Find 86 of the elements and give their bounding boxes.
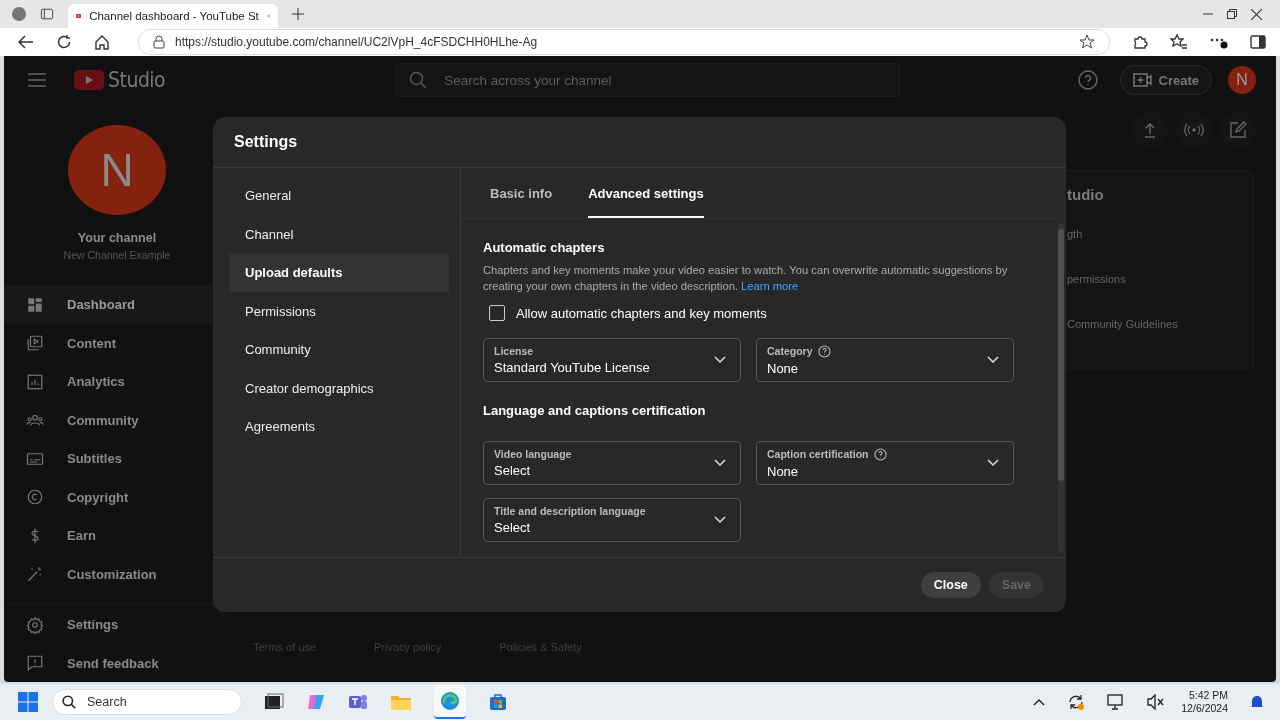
chevron-down-icon [987,459,999,468]
feedback-icon [26,654,44,673]
scrollbar-thumb[interactable] [1058,229,1064,482]
task-view-icon[interactable] [264,693,284,712]
card-row-text: gth [1067,228,1084,243]
sidebar-item[interactable]: Content [4,323,230,363]
help-icon[interactable] [817,344,831,358]
tab[interactable]: Advanced settings [588,168,704,219]
tab-title: Channel dashboard - YouTube St [89,10,259,22]
store-icon[interactable] [488,692,508,713]
dashboard-icon [26,295,44,314]
channel-name: New Channel Example [63,249,171,262]
puzzle-icon[interactable] [1132,34,1148,51]
copyright-icon [26,488,44,507]
checkbox[interactable] [489,305,505,322]
card-row-text: permissions [1067,273,1127,288]
close-icon[interactable] [1251,8,1262,20]
clock-time[interactable]: 5:42 PM [1188,689,1228,703]
muted-speaker-icon[interactable] [1147,694,1166,711]
settings-icon [26,615,44,634]
star-icon[interactable] [1079,34,1095,51]
sidebar-icon[interactable] [1250,35,1266,50]
address-bar[interactable]: https://studio.youtube.com/channel/UC2lVpH_4cFSDCHH0HLhe-Ag [138,29,1110,56]
back-icon[interactable] [18,35,34,50]
live-icon[interactable] [1176,112,1212,149]
sidebar-item[interactable]: Send feedback [4,643,230,683]
clock-date[interactable]: 12/6/2024 [1181,702,1228,716]
home-icon[interactable] [94,34,110,51]
sidebar-item[interactable]: Analytics [4,362,230,401]
monitor-icon[interactable] [1107,694,1126,711]
settings-nav-item[interactable]: General [229,176,449,215]
chevron-down-icon [714,516,726,525]
chevron-down-icon [714,356,726,365]
dialog-title: Settings [234,133,298,152]
description-text: Chapters and key moments make your video easier to watch. You can overwrite automatic suggestions by creating your own chapters in the video description. Learn more [483,263,1009,295]
sidebar-item[interactable]: Subtitles [4,439,230,478]
windows-start-icon[interactable] [18,692,38,713]
dropdown[interactable]: Title and description language Select [483,498,741,543]
restore-icon[interactable] [1227,9,1237,19]
help-icon[interactable] [1077,70,1098,91]
studio-logo-text: Studio [108,68,166,93]
profile-icon[interactable] [12,7,26,21]
browser-tab[interactable]: Channel dashboard - YouTube St [68,4,278,28]
taskbar-search-field[interactable]: Search [52,689,242,716]
dropdown[interactable]: Category None [756,338,1014,383]
settings-nav-item[interactable]: Permissions [229,291,449,331]
settings-nav-item[interactable]: Channel [229,214,449,254]
settings-nav-item[interactable]: Creator demographics [229,368,449,408]
tab-actions-icon[interactable] [40,7,54,21]
dialog-button[interactable]: Close [920,572,981,599]
learn-more-link[interactable]: Learn more [741,280,799,293]
settings-nav-item[interactable]: Upload defaults [229,253,449,292]
dropdown[interactable]: License Standard YouTube License [483,338,741,383]
settings-nav-item[interactable]: Community [229,330,449,369]
sidebar-item[interactable]: Earn [4,516,230,555]
browser-icon[interactable] [440,691,460,712]
chevron-down-icon [714,459,726,468]
sync-icon[interactable] [1067,693,1086,712]
section-heading: Language and captions certification [483,403,707,419]
play-logo-icon [74,70,104,91]
refresh-icon[interactable] [56,34,72,51]
new-tab-icon[interactable] [292,8,304,20]
dropdown[interactable]: Caption certification None [756,441,1014,486]
sidebar-item[interactable]: Settings [4,605,230,644]
lock-icon [153,35,165,50]
chevron-down-icon [987,356,999,365]
favorites-icon[interactable] [1170,34,1188,51]
section-heading: Automatic chapters [483,240,606,256]
video-icon [26,334,44,353]
chevron-up-icon[interactable] [1033,698,1046,707]
magic-wand-icon [26,565,44,584]
search-field[interactable]: Search across your channel [395,63,901,98]
settings-nav-item[interactable]: Agreements [229,407,449,446]
card-title: tudio [1067,186,1105,206]
tab[interactable]: Basic info [490,168,553,219]
sidebar-item[interactable]: Community [4,400,230,440]
create-button[interactable]: Create [1119,65,1212,96]
card-row-text: Community Guidelines [1067,318,1179,333]
checkbox-label[interactable]: Allow automatic chapters and key moments [516,305,767,321]
add-video-icon [1132,72,1153,89]
dropdown[interactable]: Video language Select [483,441,741,486]
sidebar-item[interactable]: Customization [4,554,230,594]
help-icon[interactable] [873,447,887,461]
bar-chart-icon [26,372,44,391]
channel-title[interactable]: Your channel [77,231,157,246]
sidebar-item[interactable]: Copyright [4,477,230,517]
